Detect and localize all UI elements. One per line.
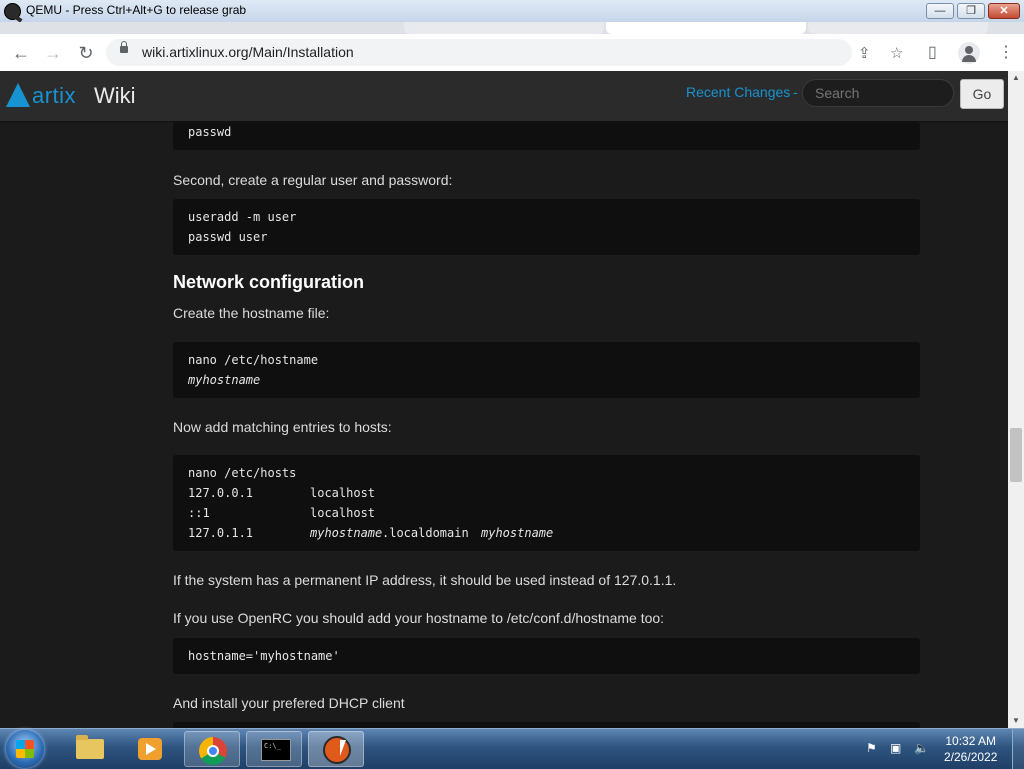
code-block: nano /etc/hosts 127.0.0.1 localhost ::1 … [173,455,920,551]
close-button[interactable]: ✕ [988,3,1020,19]
vertical-scrollbar[interactable]: ▲ ▼ [1008,71,1024,728]
site-logo[interactable]: artix [32,83,76,109]
site-logo-suffix[interactable]: Wiki [94,83,136,109]
back-button[interactable]: ← [10,42,32,64]
browser-tab-active[interactable] [606,22,806,34]
code-line: useradd -m user [188,210,297,224]
code-line: myhostname [188,373,261,387]
search-input[interactable] [802,79,954,107]
scroll-down-icon[interactable]: ▼ [1008,714,1024,728]
hosts-domain: .localdomain [382,526,469,540]
windows-logo-icon [16,740,34,758]
go-button[interactable]: Go [960,79,1004,109]
hosts-name: localhost [310,486,376,500]
clock-date: 2/26/2022 [944,750,998,764]
wiki-header: artix Wiki Recent Changes - Go [0,71,1008,122]
window-title: QEMU - Press Ctrl+Alt+G to release grab [26,3,247,17]
browser-toolbar: ← → ↻ wiki.artixlinux.org/Main/Installat… [0,34,1024,72]
qemu-title-bar: QEMU - Press Ctrl+Alt+G to release grab … [0,0,1024,23]
taskbar-cmd[interactable]: C:\_ [246,731,302,767]
browser-tab[interactable] [808,22,988,34]
volume-icon[interactable]: 🔈 [914,741,929,755]
show-desktop-button[interactable] [1012,729,1024,769]
scrollbar-thumb[interactable] [1010,428,1022,482]
hosts-ip: 127.0.0.1 [188,486,254,500]
paragraph: Second, create a regular user and passwo… [173,172,453,188]
tab-strip [0,22,1024,34]
browser-tab[interactable] [404,22,604,34]
hosts-ip: ::1 [188,506,210,520]
recent-changes-link[interactable]: Recent Changes [686,84,790,100]
code-block: hostname='myhostname' [173,638,920,674]
url-text[interactable]: wiki.artixlinux.org/Main/Installation [142,44,354,60]
chrome-icon [199,737,227,765]
qemu-icon [4,3,21,20]
separator: - [793,84,798,100]
code-line: nano /etc/hostname [188,353,319,367]
bookmark-star-icon[interactable]: ☆ [890,44,903,62]
paragraph: Now add matching entries to hosts: [173,419,392,435]
paragraph: If you use OpenRC you should add your ho… [173,610,665,626]
code-block: passwd [173,122,920,150]
address-bar[interactable]: wiki.artixlinux.org/Main/Installation ⇪ … [106,39,903,66]
hosts-name: localhost [310,506,376,520]
code-block: useradd -m user passwd user [173,199,920,255]
share-icon[interactable]: ⇪ [858,44,871,62]
hosts-ip: 127.0.1.1 [188,526,254,540]
hosts-name: myhostname [310,526,383,540]
command-prompt-icon: C:\_ [261,739,291,761]
menu-icon[interactable]: ⋮ [998,42,1014,64]
minimize-button[interactable]: — [926,3,954,19]
start-button[interactable] [6,730,44,768]
taskbar-qemu[interactable] [308,731,364,767]
profile-avatar[interactable] [958,42,980,64]
taskbar-media-player[interactable] [122,731,178,767]
maximize-button[interactable]: ❐ [957,3,985,19]
code-block: nano /etc/hostname myhostname [173,342,920,398]
hosts-alias: myhostname [481,526,554,540]
code-line: passwd [188,125,232,139]
paragraph: And install your prefered DHCP client [173,695,405,711]
scroll-up-icon[interactable]: ▲ [1008,71,1024,85]
clock[interactable]: 10:32 AM 2/26/2022 [944,733,997,765]
taskbar-chrome[interactable] [184,731,240,767]
forward-button[interactable]: → [42,42,64,64]
code-line: passwd user [188,230,268,244]
side-panel-icon[interactable]: ▯ [928,42,937,64]
paragraph: Create the hostname file: [173,305,330,321]
folder-icon [76,735,104,759]
lock-icon[interactable] [120,41,128,53]
clock-time: 10:32 AM [945,734,997,748]
taskbar-explorer[interactable] [62,731,118,767]
section-heading: Network configuration [173,272,365,292]
qemu-icon [323,736,351,764]
code-line: nano /etc/hosts [188,466,297,480]
taskbar: C:\_ ⚑ ▣ 🔈 10:32 AM 2/26/2022 [0,728,1024,769]
network-icon[interactable]: ▣ [890,741,901,755]
article-content: passwd Second, create a regular user and… [0,122,1008,728]
mouse-cursor-icon [340,740,346,756]
reload-button[interactable]: ↻ [75,42,97,64]
artix-logo-icon[interactable] [6,83,30,107]
action-center-icon[interactable]: ⚑ [866,741,877,755]
media-player-icon [138,738,162,760]
code-line: hostname='myhostname' [188,649,340,663]
paragraph: If the system has a permanent IP address… [173,572,677,588]
